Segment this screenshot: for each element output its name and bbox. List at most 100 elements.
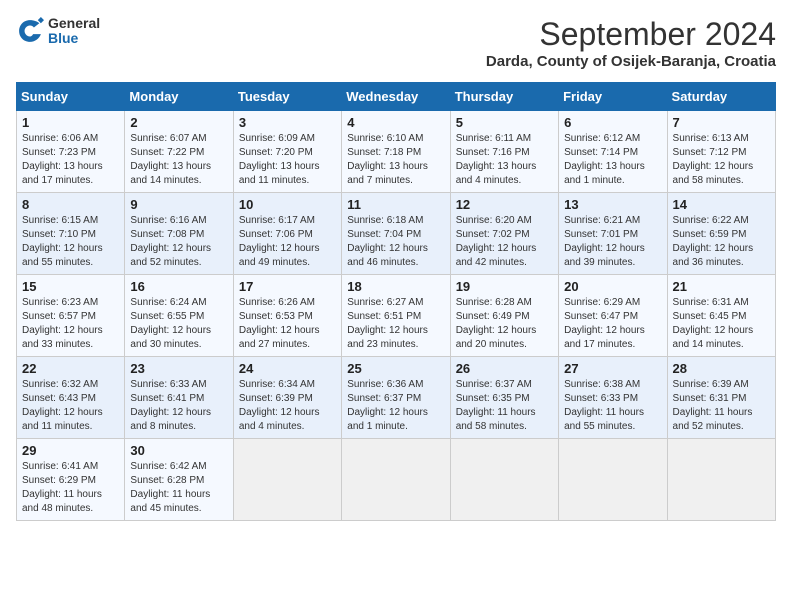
week-row-3: 15 Sunrise: 6:23 AMSunset: 6:57 PMDayligh…	[17, 275, 776, 357]
day-info: Sunrise: 6:13 AMSunset: 7:12 PMDaylight:…	[673, 132, 770, 188]
day-number: 16	[130, 279, 227, 294]
day-number: 18	[347, 279, 444, 294]
day-number: 2	[130, 115, 227, 130]
day-info: Sunrise: 6:23 AMSunset: 6:57 PMDaylight:…	[22, 296, 119, 352]
weekday-header-wednesday: Wednesday	[342, 83, 450, 111]
calendar-cell: 17 Sunrise: 6:26 AMSunset: 6:53 PMDayligh…	[233, 275, 341, 357]
week-row-2: 8Sunrise: 6:15 AMSunset: 7:10 PMDaylight…	[17, 193, 776, 275]
calendar-cell	[233, 439, 341, 521]
weekday-header-monday: Monday	[125, 83, 233, 111]
day-number: 17	[239, 279, 336, 294]
day-info: Sunrise: 6:18 AMSunset: 7:04 PMDaylight:…	[347, 214, 444, 270]
day-number: 29	[22, 443, 119, 458]
logo-blue: Blue	[48, 31, 100, 46]
day-number: 28	[673, 361, 770, 376]
calendar-cell: 13 Sunrise: 6:21 AMSunset: 7:01 PMDayligh…	[559, 193, 667, 275]
calendar-cell: 20 Sunrise: 6:29 AMSunset: 6:47 PMDayligh…	[559, 275, 667, 357]
day-number: 5	[456, 115, 553, 130]
day-info: Sunrise: 6:10 AMSunset: 7:18 PMDaylight:…	[347, 132, 444, 188]
page-header: General Blue September 2024 Darda, Count…	[16, 16, 776, 70]
calendar-cell	[450, 439, 558, 521]
day-info: Sunrise: 6:37 AMSunset: 6:35 PMDaylight:…	[456, 378, 553, 434]
calendar-cell: 27 Sunrise: 6:38 AMSunset: 6:33 PMDayligh…	[559, 357, 667, 439]
day-number: 15	[22, 279, 119, 294]
weekday-header-row: SundayMondayTuesdayWednesdayThursdayFrid…	[17, 83, 776, 111]
calendar-table: SundayMondayTuesdayWednesdayThursdayFrid…	[16, 82, 776, 521]
calendar-cell: 25Sunrise: 6:36 AMSunset: 6:37 PMDayligh…	[342, 357, 450, 439]
weekday-header-thursday: Thursday	[450, 83, 558, 111]
day-info: Sunrise: 6:41 AMSunset: 6:29 PMDaylight:…	[22, 460, 119, 516]
day-info: Sunrise: 6:16 AMSunset: 7:08 PMDaylight:…	[130, 214, 227, 270]
calendar-cell: 10Sunrise: 6:17 AMSunset: 7:06 PMDayligh…	[233, 193, 341, 275]
day-info: Sunrise: 6:29 AMSunset: 6:47 PMDaylight:…	[564, 296, 661, 352]
day-number: 19	[456, 279, 553, 294]
calendar-cell: 30Sunrise: 6:42 AMSunset: 6:28 PMDayligh…	[125, 439, 233, 521]
day-info: Sunrise: 6:31 AMSunset: 6:45 PMDaylight:…	[673, 296, 770, 352]
day-number: 22	[22, 361, 119, 376]
calendar-cell: 1Sunrise: 6:06 AMSunset: 7:23 PMDaylight…	[17, 111, 125, 193]
day-info: Sunrise: 6:06 AMSunset: 7:23 PMDaylight:…	[22, 132, 119, 188]
day-info: Sunrise: 6:32 AMSunset: 6:43 PMDaylight:…	[22, 378, 119, 434]
day-info: Sunrise: 6:15 AMSunset: 7:10 PMDaylight:…	[22, 214, 119, 270]
day-number: 21	[673, 279, 770, 294]
day-info: Sunrise: 6:42 AMSunset: 6:28 PMDaylight:…	[130, 460, 227, 516]
weekday-header-sunday: Sunday	[17, 83, 125, 111]
day-number: 11	[347, 197, 444, 212]
day-info: Sunrise: 6:27 AMSunset: 6:51 PMDaylight:…	[347, 296, 444, 352]
calendar-cell: 11 Sunrise: 6:18 AMSunset: 7:04 PMDayligh…	[342, 193, 450, 275]
day-info: Sunrise: 6:24 AMSunset: 6:55 PMDaylight:…	[130, 296, 227, 352]
day-number: 3	[239, 115, 336, 130]
day-info: Sunrise: 6:09 AMSunset: 7:20 PMDaylight:…	[239, 132, 336, 188]
calendar-cell: 4 Sunrise: 6:10 AMSunset: 7:18 PMDaylight…	[342, 111, 450, 193]
calendar-cell: 26 Sunrise: 6:37 AMSunset: 6:35 PMDayligh…	[450, 357, 558, 439]
logo: General Blue	[16, 16, 100, 47]
day-info: Sunrise: 6:20 AMSunset: 7:02 PMDaylight:…	[456, 214, 553, 270]
day-info: Sunrise: 6:28 AMSunset: 6:49 PMDaylight:…	[456, 296, 553, 352]
weekday-header-friday: Friday	[559, 83, 667, 111]
week-row-5: 29 Sunrise: 6:41 AMSunset: 6:29 PMDayligh…	[17, 439, 776, 521]
day-number: 27	[564, 361, 661, 376]
calendar-cell	[667, 439, 775, 521]
week-row-4: 22 Sunrise: 6:32 AMSunset: 6:43 PMDayligh…	[17, 357, 776, 439]
calendar-cell: 22 Sunrise: 6:32 AMSunset: 6:43 PMDayligh…	[17, 357, 125, 439]
calendar-cell: 29 Sunrise: 6:41 AMSunset: 6:29 PMDayligh…	[17, 439, 125, 521]
calendar-cell: 8Sunrise: 6:15 AMSunset: 7:10 PMDaylight…	[17, 193, 125, 275]
day-info: Sunrise: 6:17 AMSunset: 7:06 PMDaylight:…	[239, 214, 336, 270]
day-number: 13	[564, 197, 661, 212]
weekday-header-tuesday: Tuesday	[233, 83, 341, 111]
day-number: 26	[456, 361, 553, 376]
title-section: September 2024 Darda, County of Osijek-B…	[486, 16, 776, 70]
calendar-cell	[342, 439, 450, 521]
location: Darda, County of Osijek-Baranja, Croatia	[486, 53, 776, 70]
month-title: September 2024	[486, 16, 776, 53]
day-number: 6	[564, 115, 661, 130]
day-number: 4	[347, 115, 444, 130]
day-info: Sunrise: 6:12 AMSunset: 7:14 PMDaylight:…	[564, 132, 661, 188]
day-info: Sunrise: 6:33 AMSunset: 6:41 PMDaylight:…	[130, 378, 227, 434]
day-number: 7	[673, 115, 770, 130]
calendar-cell: 6 Sunrise: 6:12 AMSunset: 7:14 PMDaylight…	[559, 111, 667, 193]
day-number: 24	[239, 361, 336, 376]
day-number: 9	[130, 197, 227, 212]
day-info: Sunrise: 6:11 AMSunset: 7:16 PMDaylight:…	[456, 132, 553, 188]
day-info: Sunrise: 6:34 AMSunset: 6:39 PMDaylight:…	[239, 378, 336, 434]
weekday-header-saturday: Saturday	[667, 83, 775, 111]
day-number: 23	[130, 361, 227, 376]
day-number: 20	[564, 279, 661, 294]
day-info: Sunrise: 6:38 AMSunset: 6:33 PMDaylight:…	[564, 378, 661, 434]
calendar-cell: 19 Sunrise: 6:28 AMSunset: 6:49 PMDayligh…	[450, 275, 558, 357]
day-number: 12	[456, 197, 553, 212]
calendar-cell: 3 Sunrise: 6:09 AMSunset: 7:20 PMDaylight…	[233, 111, 341, 193]
calendar-cell: 7 Sunrise: 6:13 AMSunset: 7:12 PMDaylight…	[667, 111, 775, 193]
calendar-cell: 18 Sunrise: 6:27 AMSunset: 6:51 PMDayligh…	[342, 275, 450, 357]
day-number: 14	[673, 197, 770, 212]
logo-general: General	[48, 16, 100, 31]
day-info: Sunrise: 6:22 AMSunset: 6:59 PMDaylight:…	[673, 214, 770, 270]
day-info: Sunrise: 6:21 AMSunset: 7:01 PMDaylight:…	[564, 214, 661, 270]
logo-icon	[16, 17, 44, 45]
week-row-1: 1Sunrise: 6:06 AMSunset: 7:23 PMDaylight…	[17, 111, 776, 193]
calendar-cell: 5 Sunrise: 6:11 AMSunset: 7:16 PMDaylight…	[450, 111, 558, 193]
day-info: Sunrise: 6:26 AMSunset: 6:53 PMDaylight:…	[239, 296, 336, 352]
calendar-cell: 28Sunrise: 6:39 AMSunset: 6:31 PMDayligh…	[667, 357, 775, 439]
calendar-cell: 9 Sunrise: 6:16 AMSunset: 7:08 PMDaylight…	[125, 193, 233, 275]
